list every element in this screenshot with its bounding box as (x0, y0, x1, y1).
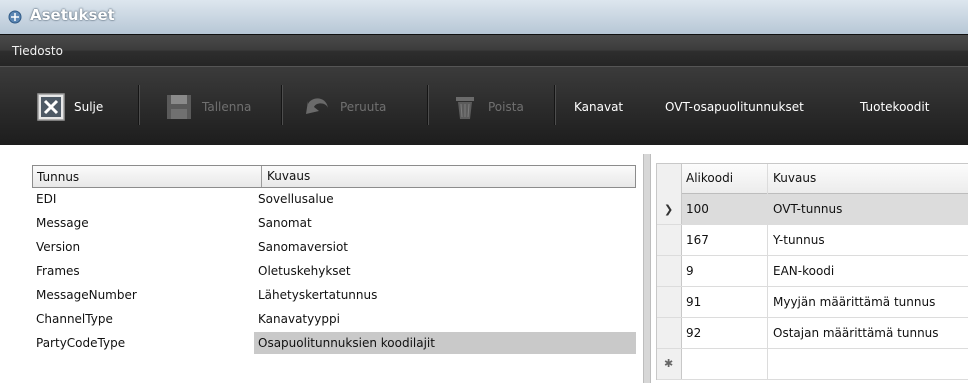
cell-alikoodi: 9 (682, 256, 768, 286)
cell-tunnus: Version (36, 240, 81, 254)
table-row[interactable]: 91 Myyjän määrittämä tunnus (657, 287, 968, 318)
table-row-current[interactable]: ❯ 100 OVT-tunnus (657, 194, 968, 225)
table-row[interactable]: 9 EAN-koodi (657, 256, 968, 287)
cell-kuvaus: OVT-tunnus (768, 194, 968, 224)
undo-icon (306, 98, 328, 114)
cell-kuvaus: Lähetyskertatunnus (258, 288, 378, 302)
column-header-kuvaus[interactable]: Kuvaus (261, 166, 310, 187)
channels-label: Kanavat (574, 100, 624, 114)
cell-tunnus: MessageNumber (36, 288, 137, 302)
cell-kuvaus: Myyjän määrittämä tunnus (773, 295, 936, 309)
new-row[interactable]: ✱ (657, 349, 968, 380)
ovt-button[interactable]: OVT-osapuolitunnukset (665, 87, 804, 127)
menu-item-file[interactable]: Tiedosto (12, 44, 63, 58)
close-icon (37, 93, 65, 121)
row-selector[interactable] (657, 287, 682, 317)
channels-button[interactable]: Kanavat (574, 87, 623, 127)
table-row[interactable]: EDI Sovellusalue (32, 188, 636, 212)
cell-kuvaus: Sanomat (258, 216, 312, 230)
new-row-icon: ✱ (664, 357, 674, 370)
column-header-tunnus[interactable]: Tunnus (37, 170, 79, 184)
row-selector[interactable]: ✱ (657, 349, 682, 379)
cell-alikoodi: 91 (682, 287, 768, 317)
splitter[interactable] (643, 154, 651, 383)
table-row[interactable]: ChannelType Kanavatyyppi (32, 308, 636, 332)
toolbar-separator (427, 85, 428, 125)
table-row[interactable]: Version Sanomaversiot (32, 236, 636, 260)
row-selector[interactable] (657, 318, 682, 348)
cell-kuvaus: Kanavatyyppi (258, 312, 340, 326)
product-codes-label: Tuotekoodit (860, 100, 930, 114)
row-selector[interactable]: ❯ (657, 194, 682, 224)
left-table: Tunnus Kuvaus EDI Sovellusalue Message S… (32, 165, 636, 356)
header-row-selector[interactable] (657, 164, 682, 194)
title-bar: Asetukset (0, 0, 968, 35)
cell-kuvaus: Oletuskehykset (258, 264, 351, 278)
cell-kuvaus: Y-tunnus (773, 233, 825, 247)
right-table: Alikoodi Kuvaus ❯ 100 OVT-tunnus 167 Y-t… (656, 163, 968, 380)
table-row-selected[interactable]: PartyCodeType Osapuolitunnuksien koodila… (32, 332, 636, 356)
table-row[interactable]: 92 Ostajan määrittämä tunnus (657, 318, 968, 349)
cell-tunnus: Frames (36, 264, 80, 278)
cell-kuvaus: EAN-koodi (773, 264, 835, 278)
delete-label: Poista (488, 100, 524, 114)
save-label: Tallenna (202, 100, 252, 114)
right-table-header: Alikoodi Kuvaus (657, 163, 968, 194)
save-button[interactable]: Tallenna (164, 87, 251, 127)
app-icon (8, 10, 22, 24)
row-selector[interactable] (657, 225, 682, 255)
cell-kuvaus: Sanomaversiot (258, 240, 349, 254)
cell-kuvaus-empty[interactable] (768, 349, 968, 379)
cell-alikoodi-empty[interactable] (682, 349, 768, 379)
toolbar-separator (138, 85, 139, 125)
window-title: Asetukset (30, 6, 115, 24)
cell-tunnus: PartyCodeType (36, 336, 126, 350)
left-table-header: Tunnus Kuvaus (32, 165, 636, 188)
column-header-alikoodi[interactable]: Alikoodi (682, 164, 768, 194)
table-row[interactable]: 167 Y-tunnus (657, 225, 968, 256)
row-selector[interactable] (657, 256, 682, 286)
toolbar-separator (554, 85, 555, 125)
toolbar-separator (281, 85, 282, 125)
undo-button[interactable]: Peruuta (302, 87, 386, 127)
cell-kuvaus: Sovellusalue (258, 192, 334, 206)
table-row[interactable]: Frames Oletuskehykset (32, 260, 636, 284)
cell-kuvaus: Ostajan määrittämä tunnus (773, 326, 939, 340)
save-icon (167, 95, 191, 119)
cell-tunnus: EDI (36, 192, 57, 206)
ovt-label: OVT-osapuolitunnukset (665, 100, 804, 114)
cell-kuvaus: Osapuolitunnuksien koodilajit (254, 332, 636, 354)
current-row-icon: ❯ (664, 203, 674, 216)
cell-tunnus: Message (36, 216, 89, 230)
close-label: Sulje (74, 100, 104, 114)
undo-label: Peruuta (340, 100, 387, 114)
table-row[interactable]: Message Sanomat (32, 212, 636, 236)
delete-button[interactable]: Poista (450, 87, 524, 127)
table-row[interactable]: MessageNumber Lähetyskertatunnus (32, 284, 636, 308)
column-header-kuvaus[interactable]: Kuvaus (768, 164, 968, 194)
cell-alikoodi: 92 (682, 318, 768, 348)
cell-alikoodi: 167 (682, 225, 768, 255)
cell-tunnus: ChannelType (36, 312, 113, 326)
close-button[interactable]: Sulje (36, 87, 103, 127)
menu-bar: Tiedosto (0, 34, 968, 66)
cell-alikoodi: 100 (682, 194, 768, 224)
toolbar: Sulje Tallenna Peruuta Poista Kanavat OV… (0, 66, 968, 146)
product-codes-button[interactable]: Tuotekoodit (860, 87, 929, 127)
trash-icon (456, 97, 474, 119)
